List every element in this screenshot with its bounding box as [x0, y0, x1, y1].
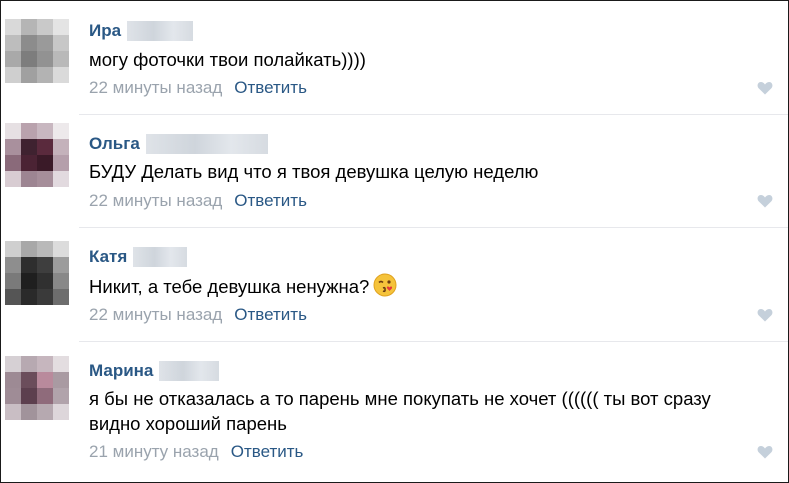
avatar-pixel — [53, 35, 69, 51]
divider — [79, 227, 788, 228]
blurred-surname — [127, 21, 194, 41]
avatar-pixel — [21, 35, 37, 51]
comment-text: Никит, а тебе девушка ненужна? — [89, 273, 758, 299]
reply-button[interactable]: Ответить — [231, 442, 304, 462]
avatar-pixel — [5, 241, 21, 257]
divider — [79, 114, 788, 115]
avatar-pixel — [37, 289, 53, 305]
avatar-pixel — [21, 123, 37, 139]
comment-text-content: Никит, а тебе девушка ненужна? — [89, 276, 370, 297]
avatar-pixel — [5, 404, 21, 420]
comment-time: 22 минуты назад — [89, 305, 223, 324]
avatar-pixel — [37, 388, 53, 404]
comments-panel: Ира могу фоточки твои полайкать)))) 22 м… — [0, 0, 789, 483]
avatar-pixel — [53, 19, 69, 35]
avatar-pixel — [5, 388, 21, 404]
avatar-pixel — [5, 372, 21, 388]
avatar-pixel — [53, 171, 69, 187]
avatar-pixel — [21, 51, 37, 67]
avatar-pixel — [53, 155, 69, 171]
avatar-pixel — [37, 257, 53, 273]
avatar-pixel — [37, 273, 53, 289]
avatar[interactable] — [5, 241, 69, 305]
author-name[interactable]: Ольга — [89, 134, 140, 154]
blurred-surname — [145, 134, 268, 154]
avatar-pixel — [5, 155, 21, 171]
author-name[interactable]: Марина — [89, 361, 153, 381]
avatar-pixel — [5, 171, 21, 187]
avatar[interactable] — [5, 19, 69, 83]
comment-time: 21 минуту назад — [89, 442, 219, 461]
avatar-pixel — [21, 289, 37, 305]
avatar-pixel — [37, 51, 53, 67]
like-heart-icon[interactable] — [757, 81, 773, 95]
avatar-pixel — [53, 241, 69, 257]
like-heart-icon[interactable] — [757, 194, 773, 208]
avatar-pixel — [21, 404, 37, 420]
avatar-pixel — [5, 356, 21, 372]
avatar-pixel — [5, 51, 21, 67]
blurred-surname — [159, 361, 220, 381]
avatar-pixel — [37, 171, 53, 187]
author-name[interactable]: Ира — [89, 21, 121, 41]
avatar-pixel — [53, 388, 69, 404]
avatar-pixel — [21, 67, 37, 83]
avatar-pixel — [53, 257, 69, 273]
avatar-pixel — [21, 388, 37, 404]
avatar[interactable] — [5, 356, 69, 420]
like-heart-icon[interactable] — [757, 445, 773, 459]
avatar-pixel — [37, 372, 53, 388]
comment-text: могу фоточки твои полайкать)))) — [89, 49, 366, 70]
avatar-pixel — [37, 404, 53, 420]
avatar-pixel — [53, 273, 69, 289]
avatar-pixel — [53, 67, 69, 83]
avatar-pixel — [5, 123, 21, 139]
avatar-pixel — [53, 51, 69, 67]
avatar-pixel — [21, 139, 37, 155]
avatar-pixel — [37, 139, 53, 155]
avatar-pixel — [37, 19, 53, 35]
avatar-pixel — [5, 35, 21, 51]
avatar-pixel — [21, 372, 37, 388]
avatar-pixel — [21, 273, 37, 289]
avatar-pixel — [5, 273, 21, 289]
avatar-pixel — [5, 257, 21, 273]
author-name[interactable]: Катя — [89, 247, 127, 267]
avatar[interactable] — [5, 123, 69, 187]
comment-time: 22 минуты назад — [89, 78, 223, 97]
avatar-pixel — [21, 155, 37, 171]
blurred-surname — [133, 247, 188, 267]
reply-button[interactable]: Ответить — [234, 191, 307, 211]
comment-text: я бы не отказалась а то парень мне покуп… — [89, 388, 711, 434]
avatar-pixel — [5, 289, 21, 305]
avatar-pixel — [37, 241, 53, 257]
avatar-pixel — [5, 67, 21, 83]
comment-text: БУДУ Делать вид что я твоя девушка целую… — [89, 161, 539, 182]
avatar-pixel — [5, 19, 21, 35]
avatar-pixel — [53, 139, 69, 155]
reply-button[interactable]: Ответить — [234, 305, 307, 325]
avatar-pixel — [5, 139, 21, 155]
reply-button[interactable]: Ответить — [234, 78, 307, 98]
avatar-pixel — [37, 123, 53, 139]
avatar-pixel — [53, 123, 69, 139]
avatar-pixel — [21, 241, 37, 257]
avatar-pixel — [37, 155, 53, 171]
avatar-pixel — [21, 257, 37, 273]
avatar-pixel — [37, 356, 53, 372]
avatar-pixel — [21, 171, 37, 187]
avatar-pixel — [53, 404, 69, 420]
kissing-face-emoji-icon — [373, 273, 397, 297]
avatar-pixel — [21, 19, 37, 35]
divider — [79, 341, 788, 342]
comment-time: 22 минуты назад — [89, 191, 223, 210]
avatar-pixel — [37, 35, 53, 51]
avatar-pixel — [53, 356, 69, 372]
avatar-pixel — [53, 289, 69, 305]
like-heart-icon[interactable] — [757, 308, 773, 322]
avatar-pixel — [53, 372, 69, 388]
avatar-pixel — [37, 67, 53, 83]
avatar-pixel — [21, 356, 37, 372]
